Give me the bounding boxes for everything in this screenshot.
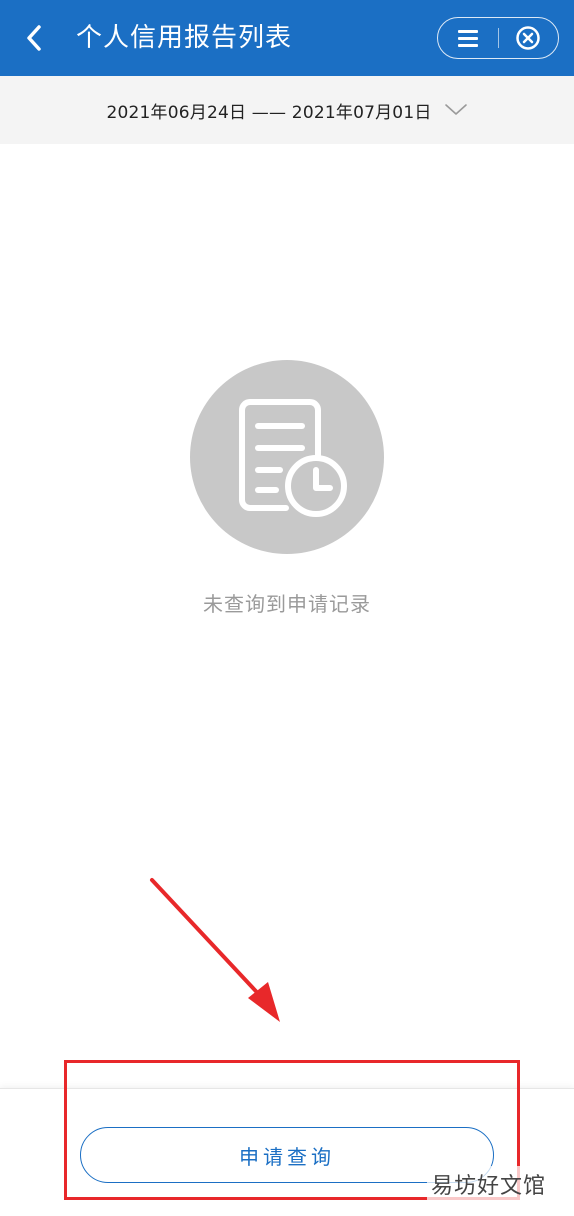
document-clock-icon [239, 399, 347, 517]
back-button[interactable] [14, 18, 54, 58]
mini-program-capsule [437, 17, 559, 59]
app-page: 个人信用报告列表 2021年06月24日 —— 2021年07月01日 未查询到… [0, 0, 574, 1216]
date-range-filter[interactable]: 2021年06月24日 —— 2021年07月01日 [0, 76, 574, 144]
navigation-bar: 个人信用报告列表 [0, 0, 574, 76]
watermark: 易坊好文馆 [426, 1166, 550, 1202]
close-button[interactable] [498, 18, 558, 58]
chevron-left-icon [27, 25, 41, 51]
menu-button[interactable] [438, 18, 498, 58]
page-title: 个人信用报告列表 [76, 23, 293, 53]
date-range-text: 2021年06月24日 —— 2021年07月01日 [106, 102, 432, 123]
annotation-arrow [150, 878, 280, 1022]
chevron-down-icon [444, 102, 468, 118]
menu-icon [457, 30, 478, 47]
close-circle-icon [516, 26, 540, 50]
empty-state-message: 未查询到申请记录 [203, 592, 371, 616]
empty-state-illustration [190, 360, 384, 554]
